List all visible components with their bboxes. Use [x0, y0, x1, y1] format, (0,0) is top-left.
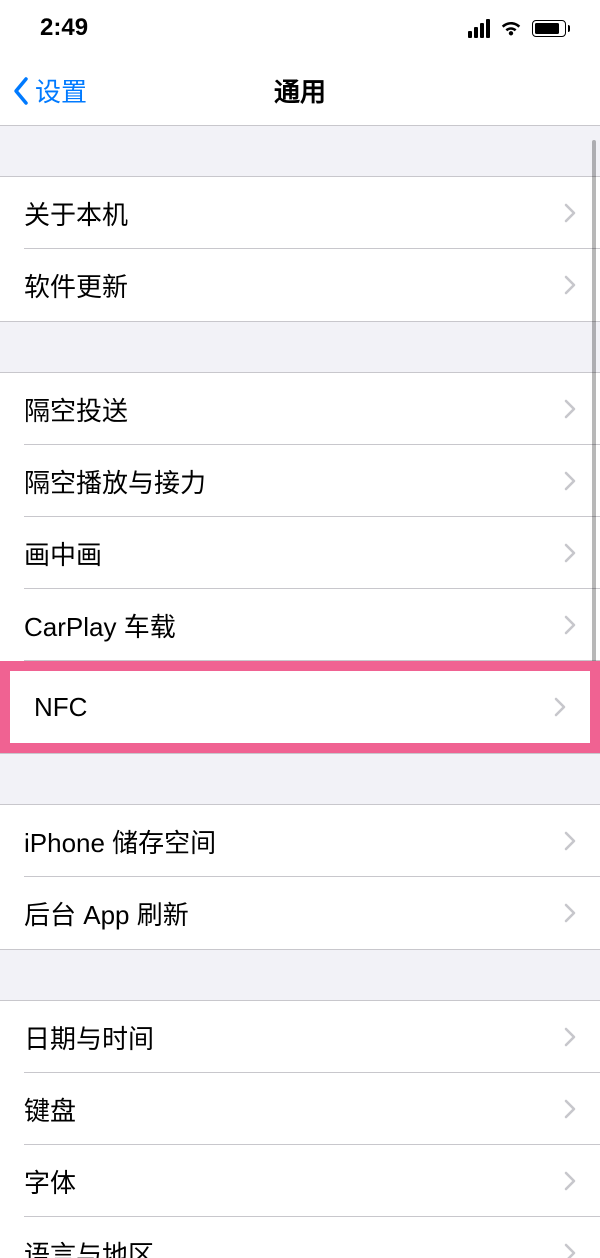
item-label: NFC — [34, 692, 554, 723]
status-bar: 2:49 — [0, 0, 600, 56]
item-label: 隔空投送 — [24, 391, 564, 428]
content-scroll[interactable]: 关于本机软件更新隔空投送隔空播放与接力画中画 CarPlay 车载 NFC iPhon… — [0, 126, 600, 1258]
chevron-right-icon — [564, 615, 576, 635]
chevron-right-icon — [564, 399, 576, 419]
list-item[interactable]: 画中画 — [0, 517, 600, 589]
section-gap — [0, 322, 600, 372]
item-label: 字体 — [24, 1163, 564, 1200]
item-label: 关于本机 — [24, 195, 564, 232]
list-group: 关于本机软件更新 — [0, 176, 600, 322]
chevron-right-icon — [564, 203, 576, 223]
section-gap — [0, 126, 600, 176]
list-item[interactable]: 键盘 — [0, 1073, 600, 1145]
status-time: 2:49 — [40, 14, 88, 42]
list-item[interactable]: 日期与时间 — [0, 1001, 600, 1073]
highlight-box: NFC — [0, 661, 600, 753]
list-group: iPhone 储存空间后台 App 刷新 — [0, 804, 600, 950]
back-button[interactable]: 设置 — [0, 72, 87, 109]
list-group: 日期与时间键盘字体语言与地区词典 — [0, 1000, 600, 1258]
chevron-right-icon — [554, 697, 566, 717]
item-label: 后台 App 刷新 — [24, 895, 564, 932]
list-item[interactable]: 关于本机 — [0, 177, 600, 249]
item-label: 日期与时间 — [24, 1019, 564, 1056]
list-item[interactable]: iPhone 储存空间 — [0, 805, 600, 877]
list-item[interactable]: 后台 App 刷新 — [0, 877, 600, 949]
wifi-icon — [498, 18, 524, 38]
chevron-right-icon — [564, 1099, 576, 1119]
item-label: 画中画 — [24, 535, 564, 572]
back-label: 设置 — [35, 72, 87, 109]
chevron-right-icon — [564, 543, 576, 563]
item-label: CarPlay 车载 — [24, 607, 564, 644]
item-label: iPhone 储存空间 — [24, 823, 564, 860]
item-label: 语言与地区 — [24, 1235, 564, 1258]
list-item[interactable]: 字体 — [0, 1145, 600, 1217]
list-item[interactable]: 隔空投送 — [0, 373, 600, 445]
list-group: 隔空投送隔空播放与接力画中画 CarPlay 车载 NFC — [0, 372, 600, 754]
item-label: 软件更新 — [24, 267, 564, 304]
chevron-right-icon — [564, 471, 576, 491]
status-icons — [468, 18, 570, 38]
nav-bar: 设置 通用 — [0, 56, 600, 126]
item-label: 键盘 — [24, 1091, 564, 1128]
battery-icon — [532, 20, 570, 37]
chevron-right-icon — [564, 831, 576, 851]
list-item[interactable]: CarPlay 车载 — [0, 589, 600, 661]
chevron-right-icon — [564, 1027, 576, 1047]
list-item[interactable]: 隔空播放与接力 — [0, 445, 600, 517]
list-item[interactable]: 软件更新 — [0, 249, 600, 321]
item-label: 隔空播放与接力 — [24, 463, 564, 500]
signal-icon — [468, 19, 490, 38]
section-gap — [0, 950, 600, 1000]
list-item[interactable]: 语言与地区 — [0, 1217, 600, 1258]
chevron-right-icon — [564, 1171, 576, 1191]
chevron-right-icon — [564, 903, 576, 923]
section-gap — [0, 754, 600, 804]
chevron-right-icon — [564, 1243, 576, 1258]
chevron-left-icon — [12, 76, 30, 106]
list-item[interactable]: NFC — [10, 671, 590, 743]
scroll-indicator — [592, 140, 596, 670]
nav-title: 通用 — [274, 72, 326, 109]
chevron-right-icon — [564, 275, 576, 295]
